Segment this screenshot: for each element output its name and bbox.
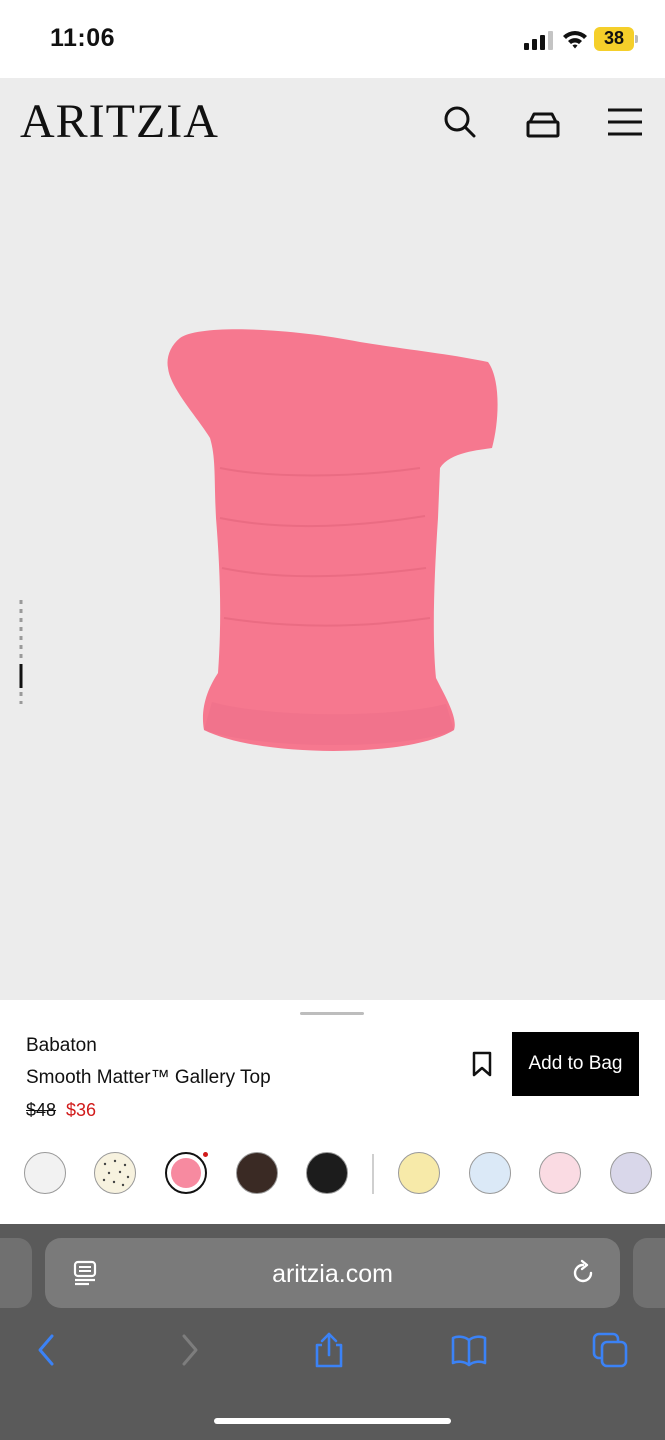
product-image[interactable] bbox=[150, 318, 510, 758]
product-hero: ARITZIA bbox=[0, 78, 665, 1000]
cellular-signal-icon bbox=[524, 31, 553, 50]
status-time: 11:06 bbox=[50, 24, 116, 52]
wishlist-bookmark-icon[interactable] bbox=[470, 1050, 494, 1078]
color-swatch[interactable] bbox=[539, 1152, 581, 1194]
address-bar[interactable]: aritzia.com bbox=[45, 1238, 620, 1308]
status-bar: 11:06 38 bbox=[0, 0, 665, 78]
color-swatch[interactable] bbox=[398, 1152, 440, 1194]
color-swatch-selected[interactable] bbox=[165, 1152, 207, 1194]
previous-tab-preview[interactable] bbox=[0, 1238, 32, 1308]
original-price: $48 bbox=[26, 1100, 57, 1120]
brand-logo[interactable]: ARITZIA bbox=[20, 94, 219, 149]
color-swatch[interactable] bbox=[610, 1152, 652, 1194]
image-carousel-indicator[interactable] bbox=[18, 600, 24, 704]
reload-icon[interactable] bbox=[569, 1259, 597, 1287]
back-icon[interactable] bbox=[30, 1332, 66, 1368]
bookmarks-icon[interactable] bbox=[451, 1332, 487, 1368]
tabs-icon[interactable] bbox=[592, 1332, 628, 1368]
product-details-sheet: Babaton Smooth Matter™ Gallery Top $48 $… bbox=[0, 1000, 665, 1224]
color-swatch[interactable] bbox=[236, 1152, 278, 1194]
forward-icon bbox=[182, 1334, 198, 1366]
product-brand: Babaton bbox=[26, 1035, 97, 1056]
color-swatches bbox=[0, 1150, 665, 1196]
sheet-drag-handle[interactable] bbox=[300, 1012, 364, 1015]
product-name: Smooth Matter™ Gallery Top bbox=[26, 1067, 271, 1088]
color-swatch[interactable] bbox=[24, 1152, 66, 1194]
browser-toolbar: aritzia.com bbox=[0, 1224, 665, 1440]
color-swatch[interactable] bbox=[469, 1152, 511, 1194]
sale-price: $36 bbox=[66, 1100, 97, 1120]
menu-icon[interactable] bbox=[605, 102, 645, 142]
battery-indicator: 38 bbox=[594, 27, 638, 51]
next-tab-preview[interactable] bbox=[633, 1238, 665, 1308]
color-swatch[interactable] bbox=[94, 1152, 136, 1194]
selected-swatch-fill bbox=[171, 1158, 201, 1188]
swatch-divider bbox=[372, 1154, 374, 1194]
add-to-bag-button[interactable]: Add to Bag bbox=[512, 1032, 639, 1096]
wifi-icon bbox=[563, 31, 587, 49]
url-text[interactable]: aritzia.com bbox=[45, 1260, 620, 1289]
battery-cap bbox=[635, 35, 638, 43]
battery-level: 38 bbox=[603, 28, 625, 48]
polka-dot-pattern bbox=[102, 1159, 130, 1187]
home-indicator bbox=[214, 1418, 451, 1424]
new-color-dot bbox=[203, 1152, 208, 1157]
shopping-bag-icon[interactable] bbox=[523, 102, 563, 142]
color-swatch[interactable] bbox=[306, 1152, 348, 1194]
share-icon[interactable] bbox=[311, 1332, 347, 1368]
search-icon[interactable] bbox=[440, 102, 480, 142]
